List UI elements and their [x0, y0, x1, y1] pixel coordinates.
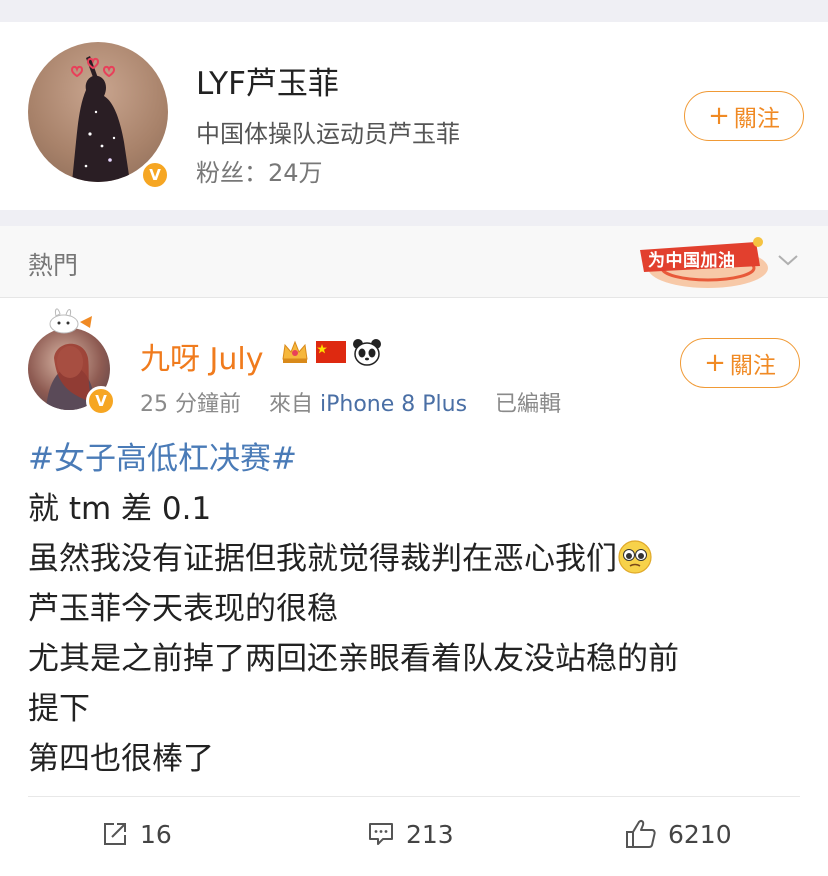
- thumbs-up-icon: [626, 820, 656, 848]
- follow-label: 關注: [733, 106, 780, 132]
- post-body: #女子高低杠决赛# 就 tm 差 0.1 虽然我没有证据但我就觉得裁判在恶心我们…: [28, 434, 808, 784]
- plus-icon: +: [708, 101, 730, 131]
- post-meta: 25 分鐘前 來自 iPhone 8 Plus 已編輯: [140, 386, 561, 418]
- post-line: 虽然我没有证据但我就觉得裁判在恶心我们: [28, 541, 617, 577]
- profile-description: 中国体操队运动员芦玉菲: [196, 120, 460, 148]
- repost-count: 16: [140, 819, 172, 849]
- post-line: 第四也很棒了: [28, 741, 214, 777]
- post-time: 25 分鐘前: [140, 392, 241, 417]
- comment-button[interactable]: 213: [366, 814, 454, 854]
- hot-tab-label[interactable]: 熱門: [28, 246, 78, 282]
- action-divider: [28, 796, 800, 797]
- chevron-down-icon[interactable]: [776, 248, 800, 272]
- panda-icon: [353, 339, 381, 366]
- repost-button[interactable]: 16: [100, 814, 172, 854]
- post-hashtag[interactable]: #女子高低杠决赛#: [28, 434, 808, 484]
- post-line-with-emoji: 虽然我没有证据但我就觉得裁判在恶心我们: [28, 534, 808, 584]
- profile-fans-count: 粉丝：24万: [196, 159, 323, 187]
- hot-filter-bar: 熱門 为中国加油: [0, 226, 828, 298]
- plus-icon: +: [704, 348, 726, 378]
- follow-button[interactable]: + 關注: [684, 91, 804, 141]
- profile-name[interactable]: LYF芦玉菲: [196, 58, 339, 103]
- china-flag-icon: [316, 341, 346, 363]
- pleading-face-emoji-icon: [618, 540, 652, 574]
- like-count: 6210: [668, 819, 732, 849]
- comment-icon: [369, 823, 393, 845]
- like-button[interactable]: 6210: [624, 814, 732, 854]
- verified-badge-icon: V: [140, 160, 170, 190]
- post-edited-label[interactable]: 已編輯: [495, 392, 561, 417]
- bunny-ornament-icon: [49, 308, 92, 334]
- post-source[interactable]: iPhone 8 Plus: [320, 392, 467, 417]
- cheer-china-banner[interactable]: 为中国加油: [636, 232, 770, 292]
- post-line: 提下: [28, 691, 90, 727]
- post-line: 尤其是之前掉了两回还亲眼看着队友没站稳的前: [28, 641, 679, 677]
- repost-icon: [104, 823, 126, 845]
- follow-label: 關注: [729, 353, 776, 379]
- post-line: 芦玉菲今天表现的很稳: [28, 591, 338, 627]
- post-author-name[interactable]: 九呀 July: [140, 334, 264, 378]
- comment-count: 213: [406, 819, 454, 849]
- verified-badge-icon: V: [86, 386, 116, 416]
- user-badges: [280, 338, 382, 366]
- crown-badge-icon: [282, 340, 308, 363]
- post-line: 就 tm 差 0.1: [28, 491, 212, 527]
- follow-button[interactable]: + 關注: [680, 338, 800, 388]
- banner-text: 为中国加油: [648, 251, 736, 271]
- post-source-prefix: 來自: [269, 392, 314, 417]
- weibo-post: V 九呀 July 25 分鐘前 來自 iPhone 8 Plus 已編輯 +: [0, 298, 828, 876]
- profile-card: V LYF芦玉菲 中国体操队运动员芦玉菲 粉丝：24万 + 關注: [0, 22, 828, 210]
